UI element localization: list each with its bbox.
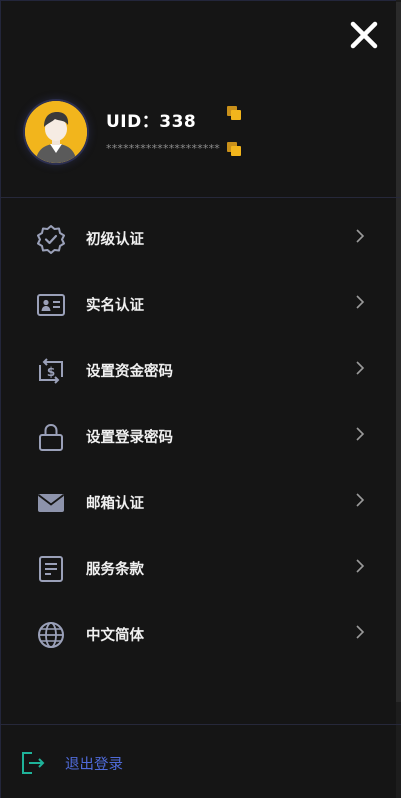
masked-token: ******************** xyxy=(106,142,220,155)
divider xyxy=(0,724,401,725)
menu-item-label: 设置资金密码 xyxy=(86,364,173,380)
chevron-right-icon xyxy=(356,361,365,375)
menu-item-email-verification[interactable]: 邮箱认证 xyxy=(0,469,401,535)
menu-item-label: 实名认证 xyxy=(86,298,144,314)
menu-item-label: 服务条款 xyxy=(86,562,144,578)
menu-item-language[interactable]: 中文简体 xyxy=(0,601,401,667)
dollar-exchange-icon: $ xyxy=(39,358,63,384)
menu-item-label: 设置登录密码 xyxy=(86,430,173,446)
lock-icon xyxy=(39,423,63,451)
avatar[interactable] xyxy=(25,101,87,163)
chevron-right-icon xyxy=(356,559,365,573)
copy-token-icon[interactable] xyxy=(226,141,242,157)
logout-label: 退出登录 xyxy=(65,757,123,773)
profile-section: UID：338 ******************** xyxy=(0,95,401,198)
menu-item-label: 中文简体 xyxy=(86,628,144,644)
menu-item-real-name-verification[interactable]: 实名认证 xyxy=(0,271,401,337)
chevron-right-icon xyxy=(356,493,365,507)
chevron-right-icon xyxy=(356,229,365,243)
menu-item-set-fund-password[interactable]: $ 设置资金密码 xyxy=(0,337,401,403)
chevron-right-icon xyxy=(356,427,365,441)
close-button[interactable] xyxy=(349,20,379,50)
menu-item-label: 初级认证 xyxy=(86,232,144,248)
chevron-right-icon xyxy=(356,625,365,639)
avatar-person-icon xyxy=(25,101,87,163)
menu-item-set-login-password[interactable]: 设置登录密码 xyxy=(0,403,401,469)
menu-list: 初级认证 实名认证 $ 设置资金密码 设置登录密码 邮箱认证 服务条款 中文简体 xyxy=(0,205,401,667)
logout-icon xyxy=(22,752,45,774)
copy-uid-icon[interactable] xyxy=(226,105,242,121)
envelope-icon xyxy=(37,494,65,512)
chevron-right-icon xyxy=(356,295,365,309)
menu-item-label: 邮箱认证 xyxy=(86,496,144,512)
logout-button[interactable]: 退出登录 xyxy=(0,738,200,784)
uid-label: UID：338 xyxy=(106,112,197,132)
id-card-icon xyxy=(37,294,65,316)
menu-item-basic-verification[interactable]: 初级认证 xyxy=(0,205,401,271)
close-icon xyxy=(350,21,378,49)
badge-check-icon xyxy=(37,225,65,254)
globe-icon xyxy=(38,622,64,648)
svg-text:$: $ xyxy=(47,365,55,379)
menu-item-terms-of-service[interactable]: 服务条款 xyxy=(0,535,401,601)
divider xyxy=(0,197,401,198)
document-icon xyxy=(39,556,63,582)
